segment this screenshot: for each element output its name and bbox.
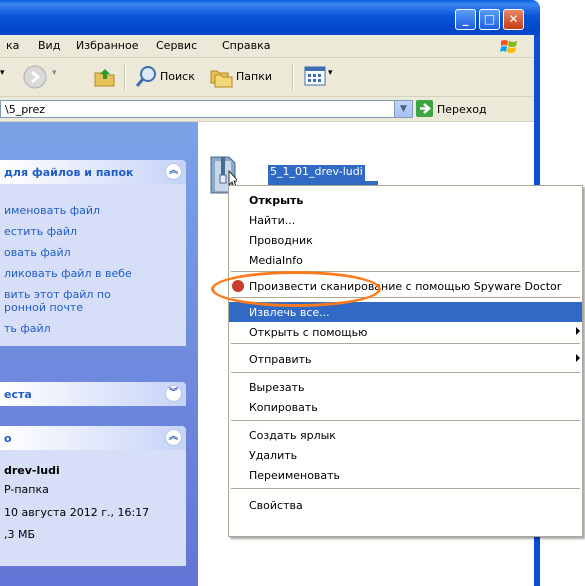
windows-logo-icon (500, 40, 517, 53)
menu-favorites[interactable]: Избранное (76, 39, 138, 52)
context-menu: Открыть Найти... Проводник MediaInfo Про… (228, 185, 583, 537)
task-rename[interactable]: именовать файл (4, 204, 100, 217)
forward-dropdown-icon[interactable]: ▾ (52, 68, 57, 78)
submenu-arrow-icon (576, 327, 580, 335)
menu-view[interactable]: Вид (38, 39, 60, 52)
chevron-down-icon: ▼ (400, 104, 407, 114)
tasks-panel-title: для файлов и папок (4, 166, 134, 179)
details-size: ,3 МБ (4, 528, 36, 541)
file-name-label[interactable]: 5_1_01_drev-ludi (268, 165, 365, 181)
address-dropdown-button[interactable]: ▼ (394, 101, 412, 117)
up-folder-icon[interactable] (92, 65, 118, 89)
details-panel-header[interactable]: о ︽ (0, 426, 186, 450)
toolbar: ▾ ▾ Поиск Папки ▾ (0, 58, 534, 97)
menu-properties[interactable]: Свойства (229, 495, 582, 515)
go-arrow-icon[interactable] (416, 100, 433, 117)
menu-copy[interactable]: Копировать (229, 397, 582, 417)
details-type: P-папка (4, 483, 49, 496)
folders-button[interactable]: Папки (236, 70, 272, 83)
maximize-icon: □ (483, 12, 496, 26)
task-email-line2[interactable]: ронной почте (4, 301, 83, 314)
places-panel-title: еста (4, 388, 32, 401)
views-dropdown-icon[interactable]: ▾ (328, 68, 333, 78)
tasks-panel-header[interactable]: для файлов и папок ︽ (0, 160, 186, 184)
search-icon[interactable] (134, 65, 158, 89)
details-date: 10 августа 2012 г., 16:17 (4, 506, 150, 519)
folders-icon[interactable] (208, 65, 234, 89)
task-delete[interactable]: ть файл (4, 322, 51, 335)
task-email-line1[interactable]: вить этот файл по (4, 288, 111, 301)
menu-open[interactable]: Открыть (229, 190, 582, 210)
collapse-icon[interactable]: ︽ (165, 429, 182, 446)
menu-rename[interactable]: Переименовать (229, 465, 582, 485)
menu-spyware-scan[interactable]: Произвести сканирование с помощью Spywar… (229, 276, 582, 296)
menu-help[interactable]: Справка (222, 39, 270, 52)
menu-tools[interactable]: Сервис (156, 39, 197, 52)
menu-find[interactable]: Найти... (229, 210, 582, 230)
minimize-button[interactable]: _ (455, 9, 476, 30)
search-button[interactable]: Поиск (160, 70, 195, 83)
task-publish[interactable]: ликовать файл в вебе (4, 267, 132, 280)
task-pane: для файлов и папок ︽ именовать файл ести… (0, 122, 198, 586)
details-name: drev-ludi (4, 464, 60, 477)
expand-icon[interactable]: ︾ (165, 385, 182, 402)
title-bar: _ □ ✕ (0, 0, 540, 35)
address-input[interactable]: \5_prez ▼ (0, 100, 413, 118)
go-button[interactable]: Переход (437, 103, 487, 116)
close-icon: ✕ (508, 12, 519, 26)
menu-cut[interactable]: Вырезать (229, 377, 582, 397)
menu-explorer[interactable]: Проводник (229, 230, 582, 250)
submenu-arrow-icon (576, 354, 580, 362)
collapse-icon[interactable]: ︽ (165, 163, 182, 180)
task-copy[interactable]: овать файл (4, 246, 71, 259)
back-dropdown-icon[interactable]: ▾ (0, 68, 5, 78)
menu-bar: ка Вид Избранное Сервис Справка (0, 35, 534, 58)
views-icon[interactable] (304, 66, 326, 86)
menu-file[interactable]: ка (6, 39, 19, 52)
menu-send-to[interactable]: Отправить (229, 349, 582, 369)
close-button[interactable]: ✕ (503, 9, 524, 30)
places-panel-header[interactable]: еста ︾ (0, 382, 186, 406)
menu-open-with[interactable]: Открыть с помощью (229, 322, 582, 342)
menu-create-shortcut[interactable]: Создать ярлык (229, 425, 582, 445)
details-panel-body: drev-ludi P-папка 10 августа 2012 г., 16… (0, 450, 186, 566)
details-panel-title: о (4, 432, 12, 445)
maximize-button[interactable]: □ (479, 9, 500, 30)
menu-delete[interactable]: Удалить (229, 445, 582, 465)
menu-extract-all[interactable]: Извлечь все... (229, 302, 582, 322)
task-move[interactable]: естить файл (4, 225, 77, 238)
menu-mediainfo[interactable]: MediaInfo (229, 250, 582, 270)
forward-button[interactable] (22, 64, 48, 90)
tasks-panel-body: именовать файл естить файл овать файл ли… (0, 184, 186, 346)
address-value: \5_prez (5, 103, 46, 116)
minimize-icon: _ (462, 12, 469, 26)
spyware-doctor-icon (232, 280, 244, 292)
